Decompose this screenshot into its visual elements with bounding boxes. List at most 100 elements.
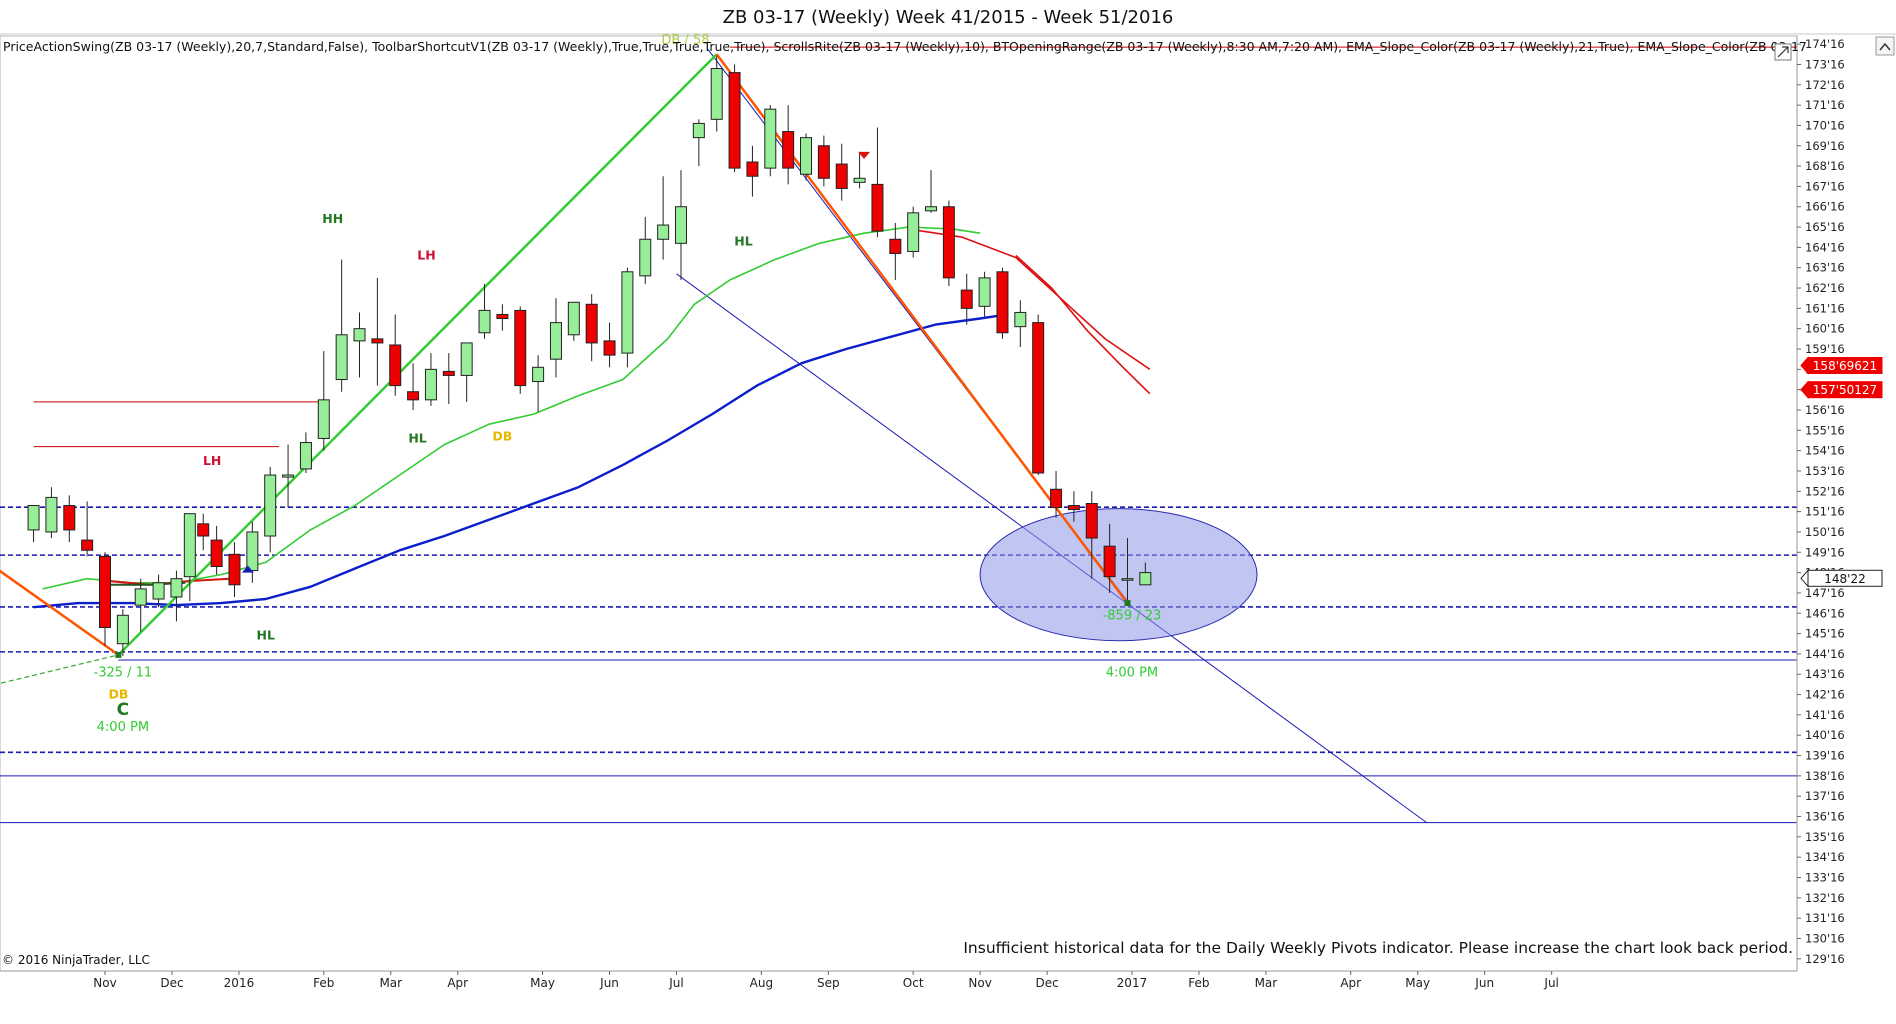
candle-body (942, 206, 955, 279)
candle-body (282, 474, 295, 478)
candle-body (407, 391, 420, 401)
x-tick-label: 2017 (1117, 976, 1148, 990)
candle[interactable] (728, 64, 741, 173)
candle-body (116, 614, 129, 645)
y-tick-label: 166'16 (1805, 200, 1845, 214)
toolbar-button[interactable] (1774, 43, 1792, 61)
y-tick-label: 156'16 (1805, 403, 1845, 417)
y-tick-label: 134'16 (1805, 850, 1845, 864)
candle-body (835, 163, 848, 189)
candle-body (152, 582, 165, 600)
chart-canvas: ZB 03-17 (Weekly) Week 41/2015 - Week 51… (0, 7, 1896, 990)
x-tick-label: Sep (817, 976, 840, 990)
candle-body (800, 137, 813, 175)
x-tick-label: Oct (903, 976, 924, 990)
y-tick-label: 149'16 (1805, 545, 1845, 559)
chart-label: LH (417, 248, 435, 263)
candle-body (246, 531, 259, 572)
y-tick-label: 153'16 (1805, 464, 1845, 478)
candle-body (228, 553, 241, 586)
candle-body (99, 555, 111, 628)
candle-body (1050, 488, 1063, 509)
candle-body (674, 206, 687, 244)
y-tick-label: 159'16 (1805, 342, 1845, 356)
y-tick-label: 139'16 (1805, 749, 1845, 763)
y-tick-label: 150'16 (1805, 525, 1845, 539)
chart-label: DB (492, 428, 512, 443)
swing-point-marker (1124, 600, 1131, 607)
candle-body (27, 505, 40, 531)
y-axis[interactable]: 174'16 173'16 172'16 171'16 170'16 169'16 168'… (1796, 36, 1845, 971)
y-tick-label: 171'16 (1805, 98, 1845, 112)
candle-body (549, 322, 562, 360)
price-tag: 148'22 (1800, 568, 1883, 588)
candle-body (197, 523, 210, 537)
plot-area-group: HHLHHLHL DBLHHLDBDB / 58-325 / 11-859 / 2… (0, 33, 1798, 972)
candle-body (1032, 322, 1045, 474)
candle-body (210, 539, 223, 568)
candle-body (871, 183, 884, 232)
candle[interactable] (907, 206, 920, 258)
candle-body (585, 303, 598, 344)
candle-body (710, 68, 723, 120)
chart-label: HL (734, 233, 752, 248)
candle-body (532, 366, 545, 383)
x-tick-label: Apr (447, 976, 468, 990)
candle-body (996, 271, 1009, 334)
y-tick-label: 132'16 (1805, 891, 1845, 905)
candle-body (317, 399, 330, 439)
x-tick-label: Dec (160, 976, 183, 990)
price-tag-label: 157'50127 (1813, 383, 1877, 397)
candle-body (764, 108, 777, 169)
x-tick-label: Jul (1543, 976, 1558, 990)
candle-body (442, 370, 455, 376)
candle-body (782, 131, 795, 169)
chart-label: C (117, 700, 129, 720)
candle-body (1103, 545, 1116, 578)
y-tick-label: 131'16 (1805, 911, 1845, 925)
chart-label: HL (257, 628, 275, 643)
candle[interactable] (621, 267, 634, 368)
candle-body (183, 513, 196, 578)
candle[interactable] (996, 267, 1009, 339)
y-tick-label: 160'16 (1805, 322, 1845, 336)
candle[interactable] (567, 301, 580, 341)
candle-body (1139, 572, 1152, 586)
y-tick-label: 137'16 (1805, 789, 1845, 803)
candle-body (514, 309, 527, 387)
x-tick-label: Apr (1340, 976, 1361, 990)
y-tick-label: 162'16 (1805, 281, 1845, 295)
candle-body (746, 161, 759, 177)
candle[interactable] (514, 306, 527, 394)
candle[interactable] (764, 105, 777, 177)
x-axis[interactable]: Nov Dec 2016 Feb Mar Apr May Jun Jul Aug Sep Oct Nov… (0, 970, 1797, 990)
price-tag-label: 158'69621 (1813, 359, 1877, 373)
candle-body (657, 224, 670, 240)
x-tick-label: Jul (668, 976, 683, 990)
candle-body (299, 442, 312, 470)
candle-body (853, 177, 866, 183)
x-tick-label: Nov (93, 976, 116, 990)
candle-body (1085, 503, 1098, 539)
y-tick-label: 146'16 (1805, 606, 1845, 620)
scroll-arrow-button[interactable] (1875, 36, 1895, 56)
candle[interactable] (1032, 314, 1045, 476)
candle-body (496, 313, 509, 320)
candle[interactable] (800, 133, 813, 181)
y-tick-label: 155'16 (1805, 423, 1845, 437)
y-tick-label: 169'16 (1805, 139, 1845, 153)
x-tick-label: Feb (313, 976, 334, 990)
candle-body (460, 342, 473, 376)
candle-body (335, 334, 348, 381)
candle-body (63, 505, 76, 531)
chart-label: 4:00 PM (1106, 665, 1158, 680)
candle-body (978, 277, 991, 307)
chart-label: -325 / 11 (94, 665, 153, 680)
candle[interactable] (942, 200, 955, 287)
warning-message: Insufficient historical data for the Dai… (963, 939, 1793, 957)
price-tag-label: 148'22 (1824, 572, 1865, 586)
x-tick-label: Jun (599, 976, 619, 990)
candle-body (603, 340, 616, 356)
y-tick-label: 135'16 (1805, 830, 1845, 844)
candle-body (1067, 505, 1080, 511)
